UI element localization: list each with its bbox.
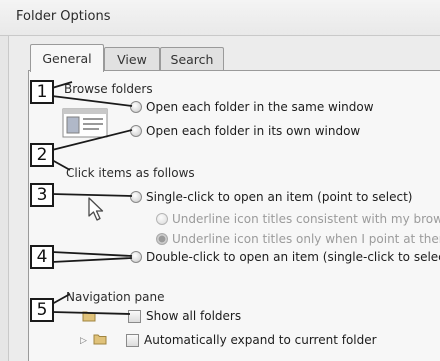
option-underline-browser[interactable]: Underline icon titles consistent with my…: [156, 212, 440, 226]
option-show-all-folders-label: Show all folders: [146, 309, 242, 323]
tab-general[interactable]: General: [30, 44, 104, 72]
option-double-click[interactable]: Double-click to open an item (single-cli…: [130, 250, 440, 264]
option-own-window-label: Open each folder in its own window: [146, 124, 361, 138]
callout-3: 3: [30, 183, 54, 207]
radio-double-click[interactable]: [130, 251, 142, 263]
radio-single-click[interactable]: [130, 191, 142, 203]
checkbox-show-all-folders[interactable]: [128, 309, 141, 323]
expand-arrow-icon: ▷: [80, 335, 87, 346]
radio-own-window[interactable]: [130, 125, 142, 137]
tree-row-show-all: [82, 310, 102, 325]
radio-same-window[interactable]: [130, 101, 142, 113]
callout-1: 1: [30, 80, 54, 104]
option-underline-point[interactable]: Underline icon titles only when I point …: [156, 232, 440, 246]
navigation-pane-label: Navigation pane: [66, 290, 165, 304]
dialog-title-bar: Folder Options: [0, 0, 440, 36]
tab-view[interactable]: View: [104, 47, 160, 71]
option-single-click[interactable]: Single-click to open an item (point to s…: [130, 190, 412, 204]
mouse-pointer-icon: [88, 197, 104, 221]
tree-row-expand: ▷: [80, 333, 113, 348]
click-items-label: Click items as follows: [66, 166, 195, 180]
option-single-click-label: Single-click to open an item (point to s…: [146, 190, 413, 204]
radio-underline-point[interactable]: [156, 233, 168, 245]
browse-folders-illustration-icon: [62, 108, 108, 138]
tab-search[interactable]: Search: [160, 47, 224, 71]
dialog-title: Folder Options: [16, 9, 111, 24]
option-underline-browser-label: Underline icon titles consistent with my…: [172, 212, 440, 226]
folder-icon: [93, 333, 107, 348]
option-underline-point-label: Underline icon titles only when I point …: [172, 232, 440, 246]
option-same-window[interactable]: Open each folder in the same window: [130, 100, 374, 114]
callout-4: 4: [30, 245, 54, 269]
option-double-click-label: Double-click to open an item (single-cli…: [146, 250, 440, 264]
radio-underline-browser[interactable]: [156, 213, 168, 225]
option-same-window-label: Open each folder in the same window: [146, 100, 374, 114]
option-show-all-folders[interactable]: Show all folders: [128, 309, 241, 323]
folder-icon: [82, 310, 96, 325]
tab-search-label: Search: [170, 52, 214, 67]
checkbox-auto-expand[interactable]: [126, 333, 139, 347]
callout-2: 2: [30, 143, 54, 167]
option-auto-expand-label: Automatically expand to current folder: [144, 333, 377, 347]
tab-general-label: General: [42, 51, 92, 66]
option-auto-expand[interactable]: Automatically expand to current folder: [126, 333, 377, 347]
browse-folders-label: Browse folders: [64, 82, 153, 96]
option-own-window[interactable]: Open each folder in its own window: [130, 124, 360, 138]
tab-view-label: View: [117, 52, 147, 67]
callout-5: 5: [30, 298, 54, 322]
